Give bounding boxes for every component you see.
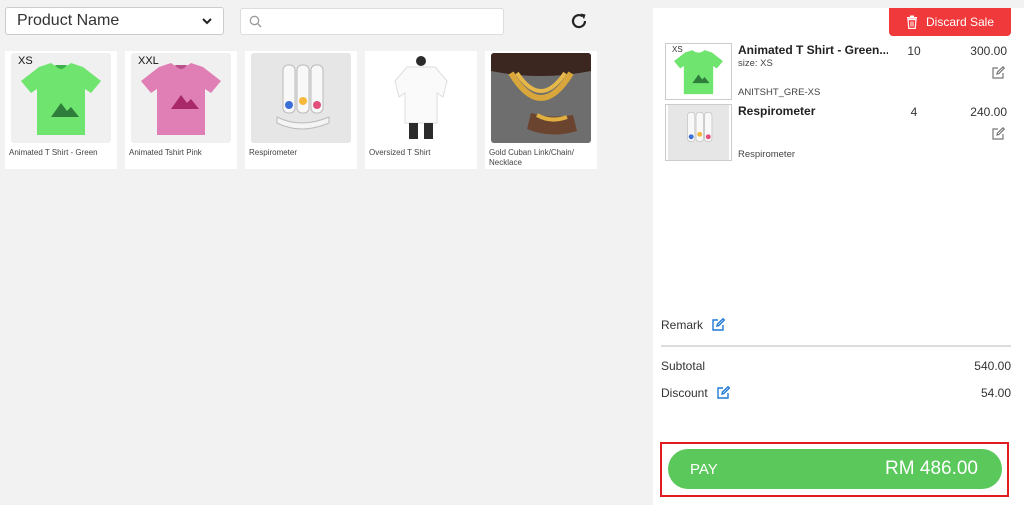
pay-label: PAY	[690, 460, 718, 478]
product-thumbnail: XS	[11, 53, 111, 143]
product-card[interactable]: Oversized T Shirt	[365, 51, 477, 169]
filter-select[interactable]: Product Name	[5, 7, 224, 35]
edit-icon[interactable]	[991, 127, 1005, 141]
discard-sale-button[interactable]: Discard Sale	[889, 8, 1011, 36]
variant-tag: XS	[18, 55, 33, 67]
product-name: Animated T Shirt - Green	[9, 148, 98, 157]
product-name: Oversized T Shirt	[369, 148, 431, 157]
product-thumbnail	[371, 53, 471, 143]
refresh-icon[interactable]	[569, 11, 589, 31]
subtotal-value: 540.00	[974, 359, 1011, 373]
respirometer-image	[667, 105, 730, 160]
discard-sale-label: Discard Sale	[925, 15, 995, 29]
cart-item-title: Respirometer	[738, 104, 816, 118]
product-panel: Product Name XS Animated T Shirt - Green…	[0, 0, 652, 505]
edit-discount-icon[interactable]	[716, 386, 730, 400]
remark-label: Remark	[661, 318, 704, 332]
oversized-tshirt-image	[394, 56, 448, 139]
search-input[interactable]	[268, 9, 503, 34]
edit-icon[interactable]	[991, 66, 1005, 80]
cart-item-price: 300.00	[970, 44, 1007, 58]
cart-item-size: size: XS	[738, 58, 773, 69]
chevron-down-icon	[202, 18, 212, 25]
search-icon	[249, 15, 262, 28]
gold-chain-image	[491, 53, 591, 143]
cart-item-price: 240.00	[970, 105, 1007, 119]
discount-label: Discount	[661, 386, 708, 400]
divider	[661, 345, 1011, 347]
variant-tag: XS	[672, 45, 683, 54]
product-grid: XS Animated T Shirt - Green XXL Animated…	[5, 51, 597, 169]
product-name: Gold Cuban Link/Chain/ Necklace	[489, 148, 574, 167]
pay-amount: RM 486.00	[885, 458, 978, 479]
edit-remark-icon[interactable]	[711, 318, 726, 332]
trash-icon	[906, 15, 917, 29]
cart-line-item[interactable]: XS Animated T Shirt - Green... 10 300.00…	[665, 43, 1015, 103]
product-card[interactable]: Gold Cuban Link/Chain/ Necklace	[485, 51, 597, 169]
cart-item-qty: 4	[910, 105, 918, 119]
cart-item-image: XS	[665, 43, 732, 100]
product-card[interactable]: XXL Animated Tshirt Pink	[125, 51, 237, 169]
search-box[interactable]	[240, 8, 504, 35]
cart-item-title: Animated T Shirt - Green...	[738, 43, 888, 57]
product-card[interactable]: XS Animated T Shirt - Green	[5, 51, 117, 169]
product-card[interactable]: Respirometer	[245, 51, 357, 169]
cart-item-sku: ANITSHT_GRE-XS	[738, 87, 821, 98]
cart-line-item[interactable]: Respirometer 4 240.00 Respirometer	[665, 104, 1015, 164]
variant-tag: XXL	[138, 55, 159, 67]
pay-button[interactable]: PAY RM 486.00	[668, 449, 1002, 489]
remark-row[interactable]: Remark	[661, 318, 726, 332]
subtotal-label: Subtotal	[661, 359, 706, 373]
subtotal-row: Subtotal 540.00	[661, 359, 1011, 373]
discount-row: Discount 54.00	[661, 386, 1011, 400]
cart-item-sku: Respirometer	[738, 149, 796, 160]
product-thumbnail: XXL	[131, 53, 231, 143]
discount-value: 54.00	[980, 386, 1011, 400]
cart-item-qty: 10	[907, 44, 921, 58]
pay-highlight-frame: PAY RM 486.00	[660, 442, 1009, 497]
product-thumbnail	[491, 53, 591, 143]
product-name: Respirometer	[249, 148, 298, 157]
product-name: Animated Tshirt Pink	[129, 148, 202, 157]
cart-panel: Discard Sale XS Animated T Shirt - Green…	[653, 8, 1024, 505]
respirometer-image	[251, 53, 351, 143]
filter-select-value: Product Name	[17, 12, 120, 29]
product-thumbnail	[251, 53, 351, 143]
cart-item-image	[665, 104, 732, 161]
